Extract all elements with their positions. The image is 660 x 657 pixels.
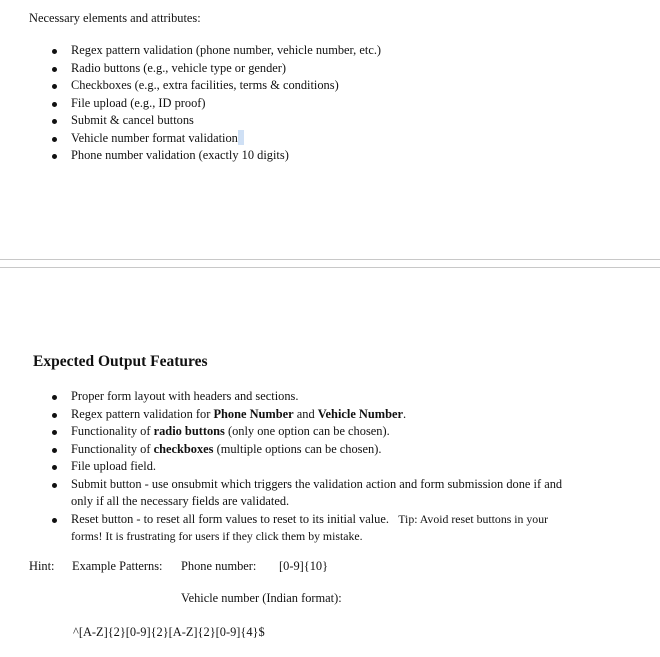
list-item: Submit & cancel buttons [52,112,381,130]
list-item: Functionality of radio buttons (only one… [52,423,576,441]
list-item: Functionality of checkboxes (multiple op… [52,441,576,459]
list-item: Reset button - to reset all form values … [52,511,576,546]
intro-text: Necessary elements and attributes: [29,11,201,25]
list-item: Vehicle number format validation [52,129,381,148]
list-item: Regex pattern validation for Phone Numbe… [52,406,576,424]
list-item: Checkboxes (e.g., extra facilities, term… [52,77,381,95]
section-heading: Expected Output Features [33,353,208,370]
document-page: { "intro": { "text": "Necessary elements… [0,0,660,657]
hint-patterns-label: Example Patterns: [72,559,163,573]
requirements-list: Regex pattern validation (phone number, … [52,42,381,165]
page-break [0,259,660,268]
hint-phone-label: Phone number: [181,559,257,573]
hint-phone-pattern: [0-9]{10} [279,559,329,573]
list-item: File upload (e.g., ID proof) [52,95,381,113]
hint-vehicle-label: Vehicle number (Indian format): [181,591,342,605]
list-item: Phone number validation (exactly 10 digi… [52,147,381,165]
features-list: Proper form layout with headers and sect… [52,388,576,546]
list-item: Radio buttons (e.g., vehicle type or gen… [52,60,381,78]
text-cursor-highlight [237,129,244,145]
list-item: Regex pattern validation (phone number, … [52,42,381,60]
list-item: Proper form layout with headers and sect… [52,388,576,406]
hint-vehicle-pattern: ^[A-Z]{2}[0-9]{2}[A-Z]{2}[0-9]{4}$ [73,625,265,639]
hint-label: Hint: [29,559,55,573]
list-item: File upload field. [52,458,576,476]
list-item: Submit button - use onsubmit which trigg… [52,476,576,511]
